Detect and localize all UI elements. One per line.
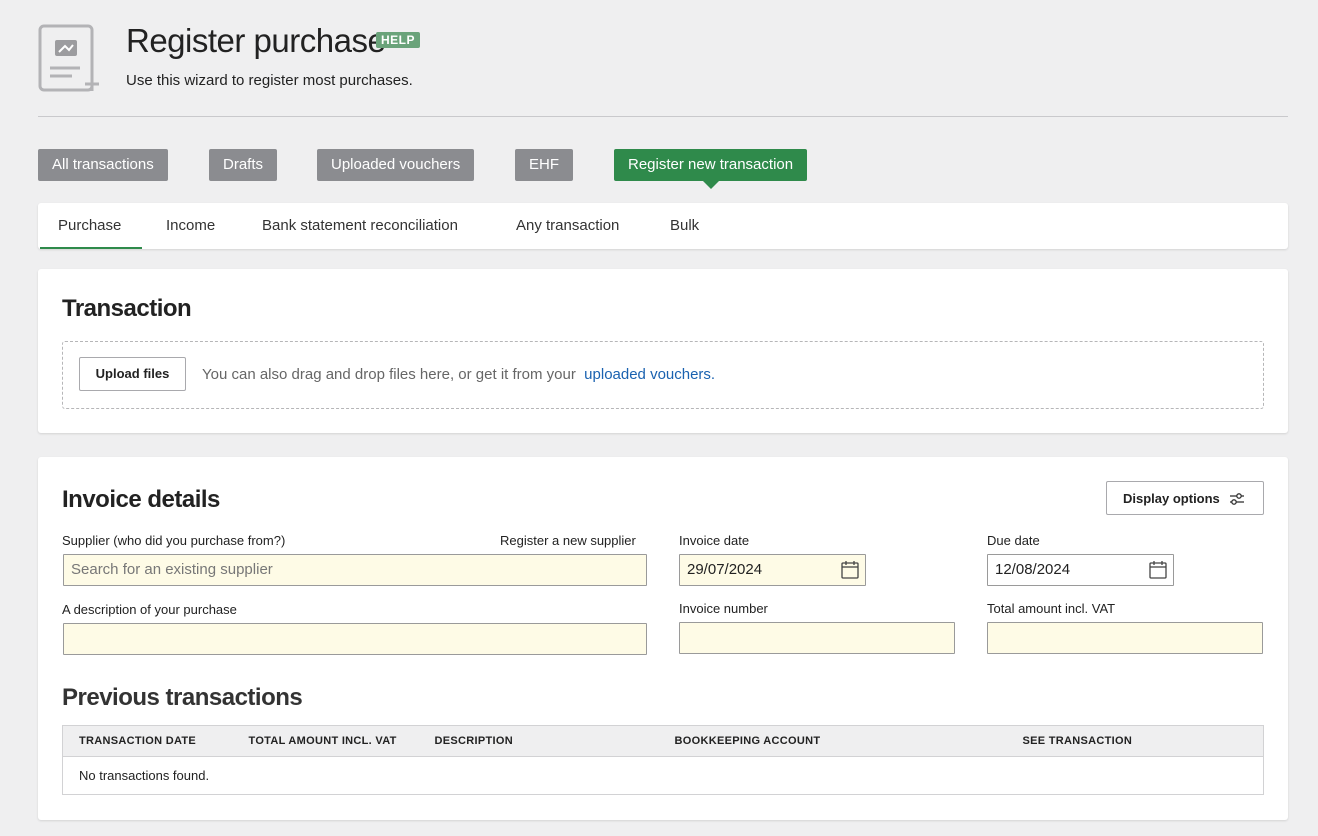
tab-purchase[interactable]: Purchase [40, 203, 142, 249]
calendar-icon[interactable] [841, 560, 859, 579]
previous-transactions-title: Previous transactions [62, 684, 303, 711]
column-header: SEE TRANSACTION [1022, 725, 1264, 757]
total-amount-input[interactable] [987, 622, 1263, 654]
file-dropzone[interactable]: Upload files You can also drag and drop … [62, 341, 1264, 409]
invoice-details-title: Invoice details [62, 486, 220, 513]
empty-message: No transactions found. [79, 768, 210, 783]
nav-all-transactions[interactable]: All transactions [38, 149, 168, 181]
column-header: DESCRIPTION [434, 725, 675, 757]
table-row: No transactions found. [63, 757, 1264, 795]
calendar-icon[interactable] [1149, 560, 1167, 579]
nav-register-new-transaction[interactable]: Register new transaction [614, 149, 808, 181]
description-label: A description of your purchase [62, 602, 237, 617]
transaction-title: Transaction [62, 295, 192, 322]
tab-any-transaction[interactable]: Any transaction [516, 203, 619, 249]
invoice-number-input[interactable] [679, 622, 955, 654]
due-date-label: Due date [987, 533, 1040, 548]
register-purchase-icon [38, 24, 102, 92]
invoice-date-value: 29/07/2024 [687, 561, 763, 578]
invoice-date-field[interactable]: 29/07/2024 [679, 554, 866, 586]
upload-files-button[interactable]: Upload files [79, 357, 186, 391]
column-header: BOOKKEEPING ACCOUNT [674, 725, 1023, 757]
nav-drafts[interactable]: Drafts [209, 149, 278, 181]
display-options-label: Display options [1123, 491, 1220, 506]
page-subtitle: Use this wizard to register most purchas… [126, 72, 413, 89]
supplier-label: Supplier (who did you purchase from?) [62, 533, 286, 548]
display-options-button[interactable]: Display options [1106, 481, 1264, 515]
supplier-search-input[interactable]: Search for an existing supplier [63, 554, 647, 586]
transaction-card: Transaction Upload files You can also dr… [38, 269, 1288, 433]
transaction-type-tabs: Purchase Income Bank statement reconcili… [38, 203, 1288, 249]
help-badge[interactable]: HELP [376, 32, 421, 48]
dropzone-hint: You can also drag and drop files here, o… [202, 366, 576, 383]
uploaded-vouchers-link[interactable]: uploaded vouchers. [584, 366, 715, 383]
sliders-icon [1229, 491, 1245, 507]
total-amount-label: Total amount incl. VAT [987, 601, 1116, 616]
page-header: Register purchase HELP Use this wizard t… [38, 22, 1288, 117]
column-header: TOTAL AMOUNT INCL. VAT [248, 725, 435, 757]
previous-transactions-table: TRANSACTION DATE TOTAL AMOUNT INCL. VAT … [62, 725, 1264, 795]
tab-bulk[interactable]: Bulk [670, 203, 699, 249]
invoice-date-label: Invoice date [679, 533, 750, 548]
dropzone-text: You can also drag and drop files here, o… [202, 366, 715, 383]
invoice-details-card: Invoice details Display options Supplier… [38, 457, 1288, 820]
nav-uploaded-vouchers[interactable]: Uploaded vouchers [317, 149, 475, 181]
due-date-field[interactable]: 12/08/2024 [987, 554, 1174, 586]
register-new-supplier-link[interactable]: Register a new supplier [500, 533, 636, 548]
description-input[interactable] [63, 623, 647, 655]
column-header: TRANSACTION DATE [62, 725, 249, 757]
tab-income[interactable]: Income [166, 203, 215, 249]
page-title: Register purchase [126, 22, 386, 59]
due-date-value: 12/08/2024 [995, 561, 1071, 578]
tab-bank-statement-reconciliation[interactable]: Bank statement reconciliation [262, 203, 458, 249]
nav-ehf[interactable]: EHF [515, 149, 573, 181]
invoice-number-label: Invoice number [679, 601, 768, 616]
